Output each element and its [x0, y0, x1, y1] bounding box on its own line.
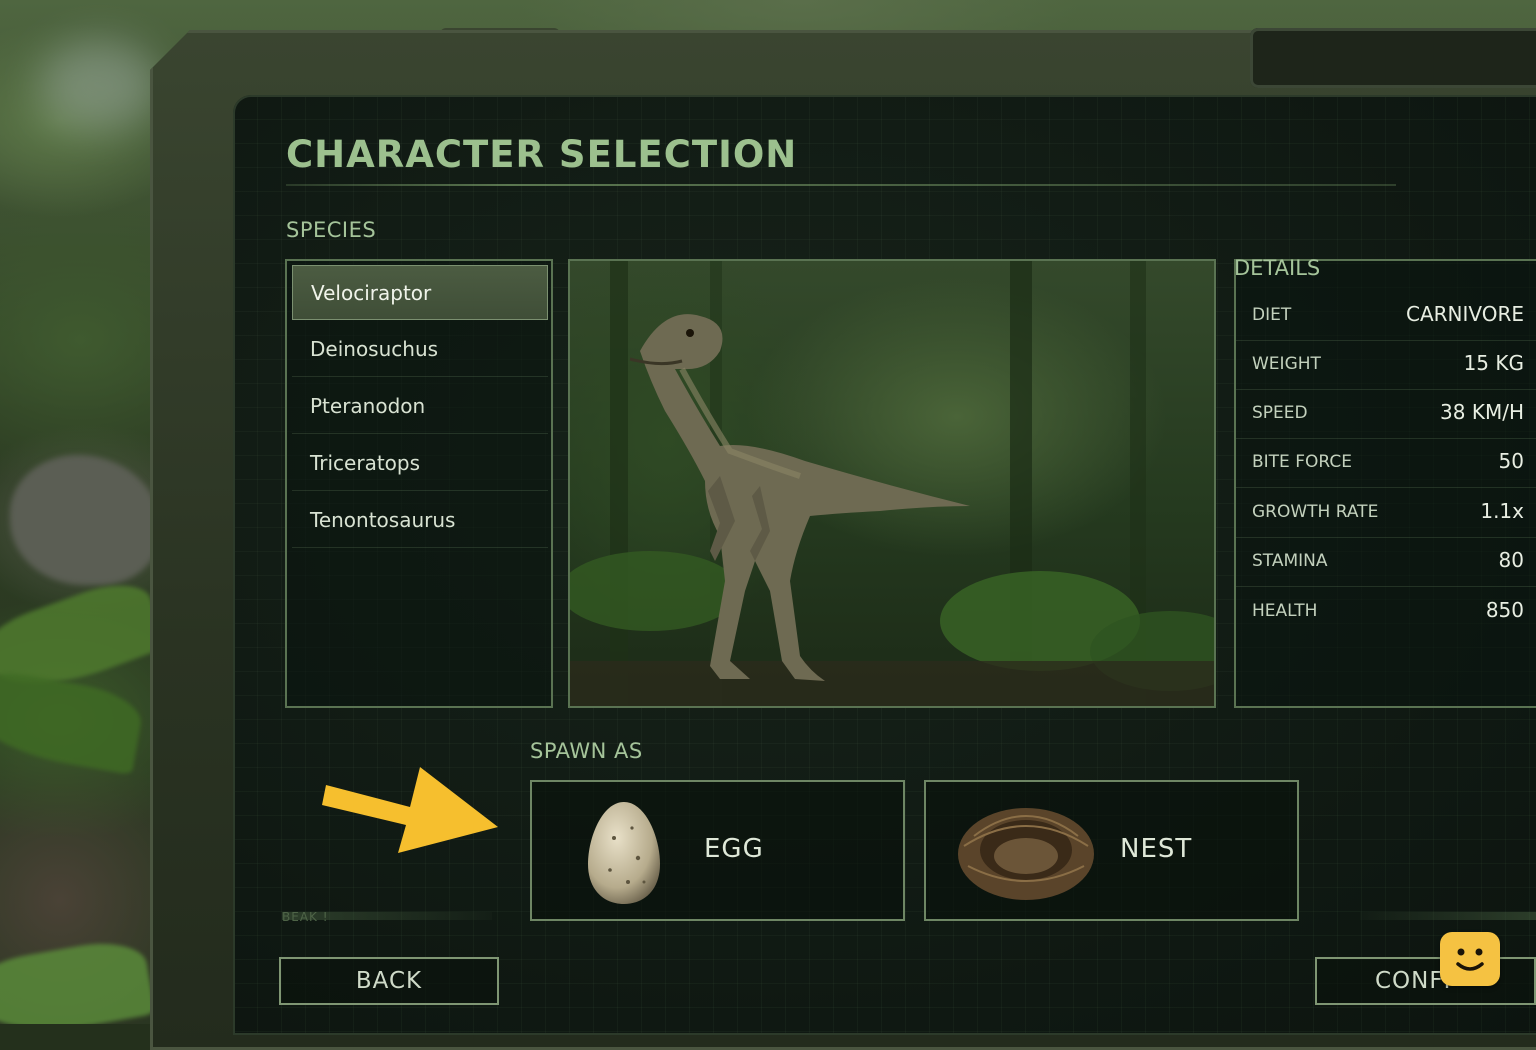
smiley-chat-icon: [1456, 948, 1484, 971]
stat-value: 15 KG: [1463, 351, 1524, 375]
stat-label: STAMINA: [1252, 551, 1328, 571]
title-divider: [286, 184, 1396, 186]
stat-row-health: HEALTH 850: [1236, 587, 1536, 636]
yellow-arrow-icon: [322, 767, 498, 853]
stat-value: 1.1x: [1480, 499, 1524, 523]
species-item-deinosuchus[interactable]: Deinosuchus: [292, 322, 548, 377]
stat-label: HEALTH: [1252, 601, 1318, 621]
footer-hint: BEAK !: [282, 910, 329, 924]
confirm-button[interactable]: CONFI: [1315, 957, 1536, 1005]
stat-value: 38 KM/H: [1440, 400, 1524, 424]
back-button[interactable]: BACK: [279, 957, 499, 1005]
nest-icon: [958, 808, 1094, 900]
egg-icon: [588, 802, 660, 904]
stat-row-stamina: STAMINA 80: [1236, 537, 1536, 587]
decorative-bar: [1360, 912, 1536, 920]
background-fern: [0, 934, 156, 1024]
species-item-velociraptor[interactable]: Velociraptor: [292, 265, 548, 320]
spawn-option-nest[interactable]: NEST: [924, 780, 1299, 921]
stat-row-weight: WEIGHT 15 KG: [1236, 340, 1536, 390]
frame-top-right-clip: [1250, 28, 1536, 88]
stat-row-diet: DIET CARNIVORE: [1236, 291, 1536, 341]
species-section-label: SPECIES: [286, 218, 377, 242]
details-title: DETAILS: [1234, 256, 1321, 280]
stat-label: WEIGHT: [1252, 354, 1321, 374]
stat-label: DIET: [1252, 305, 1292, 325]
species-list: Velociraptor Deinosuchus Pteranodon Tric…: [285, 259, 553, 708]
velociraptor-illustration: [570, 261, 1214, 706]
stat-row-bite-force: BITE FORCE 50: [1236, 438, 1536, 488]
species-preview: [568, 259, 1216, 708]
chat-assistant-badge[interactable]: [1440, 932, 1500, 986]
spawn-option-nest-label: NEST: [1120, 834, 1193, 864]
stat-value: 80: [1498, 548, 1524, 572]
stat-label: GROWTH RATE: [1252, 502, 1379, 522]
species-item-triceratops[interactable]: Triceratops: [292, 436, 548, 491]
stat-label: BITE FORCE: [1252, 452, 1352, 472]
stat-label: SPEED: [1252, 403, 1308, 423]
species-item-pteranodon[interactable]: Pteranodon: [292, 379, 548, 434]
page-title: CHARACTER SELECTION: [286, 133, 798, 176]
stat-value: 50: [1498, 449, 1524, 473]
spawn-section-label: SPAWN AS: [530, 739, 643, 763]
spawn-option-egg[interactable]: EGG: [530, 780, 905, 921]
spawn-option-egg-label: EGG: [704, 834, 764, 864]
stat-row-growth-rate: GROWTH RATE 1.1x: [1236, 488, 1536, 538]
background-fern: [0, 664, 146, 776]
sky-patch: [40, 40, 160, 130]
stat-row-speed: SPEED 38 KM/H: [1236, 389, 1536, 439]
background-rock: [10, 455, 160, 585]
stat-value: 850: [1485, 598, 1524, 622]
species-item-tenontosaurus[interactable]: Tenontosaurus: [292, 493, 548, 548]
stat-value: CARNIVORE: [1405, 302, 1524, 326]
